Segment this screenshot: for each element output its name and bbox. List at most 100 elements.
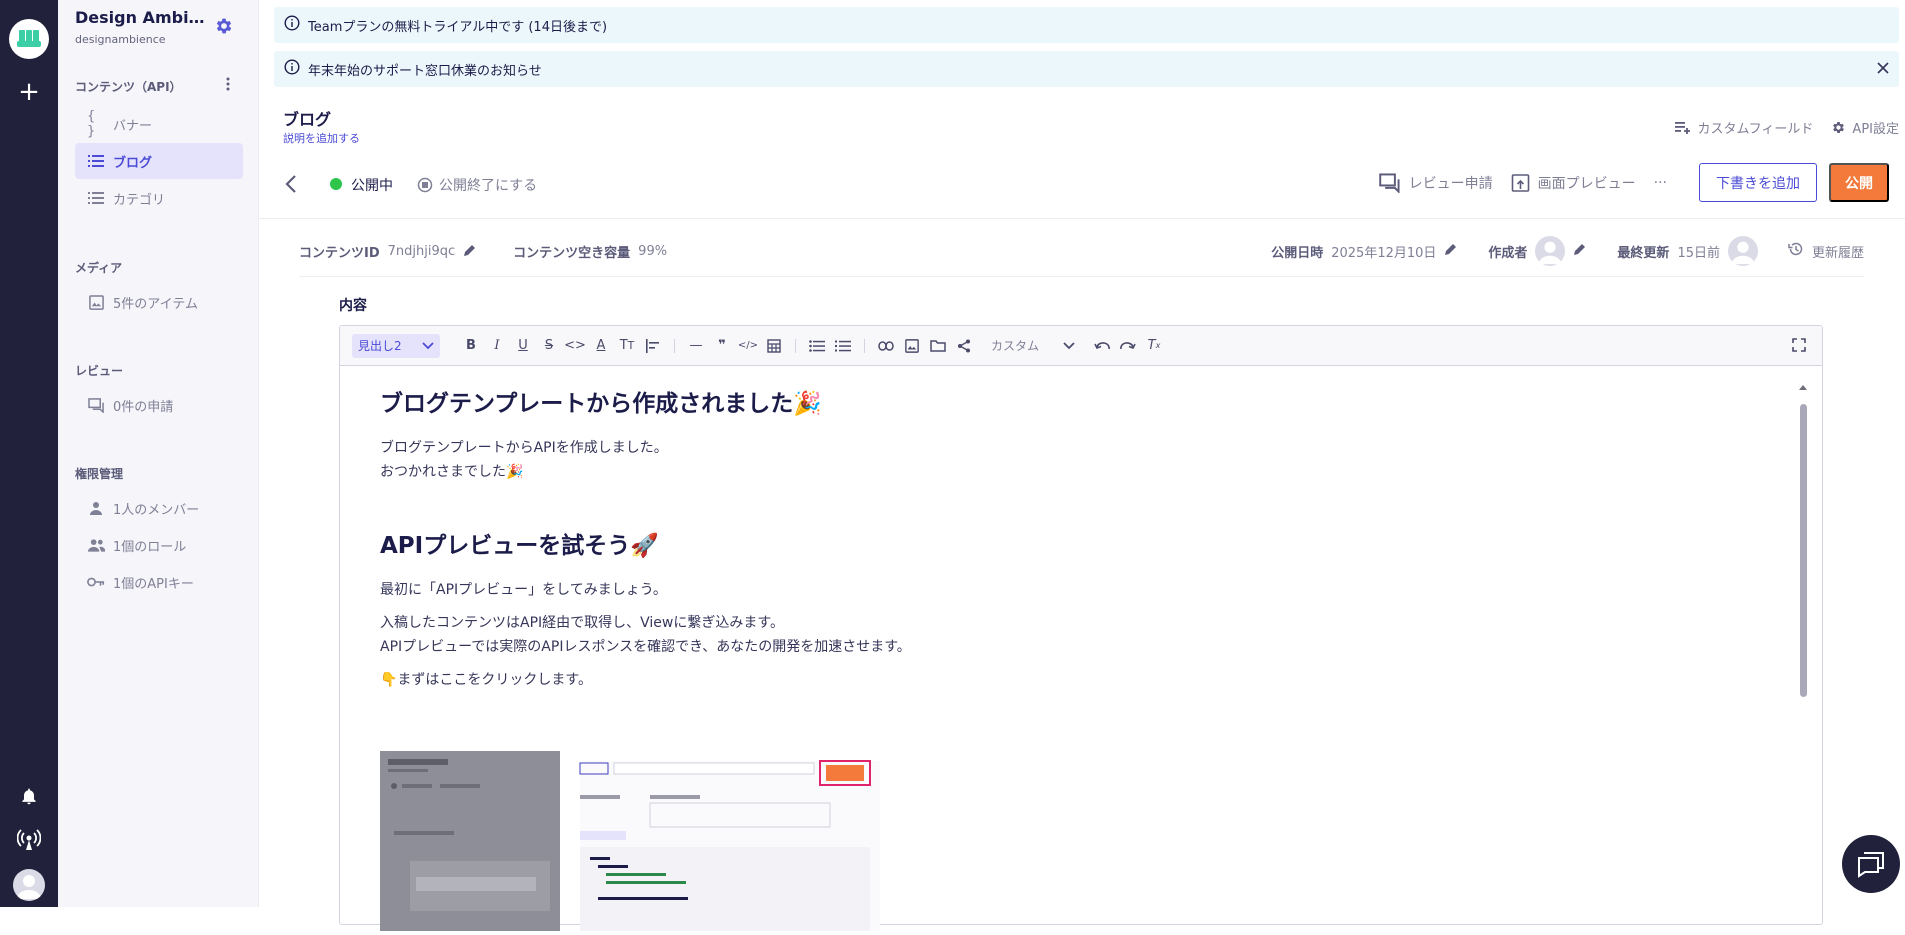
gear-icon bbox=[1833, 122, 1845, 133]
kebab-icon[interactable] bbox=[226, 76, 230, 95]
sidebar-item-apikeys[interactable]: 1個のAPIキー bbox=[75, 564, 243, 600]
service-name[interactable]: Design Ambien… bbox=[75, 8, 215, 27]
folder-icon[interactable] bbox=[925, 339, 951, 352]
sidebar-item-label: 5件のアイテム bbox=[113, 296, 198, 312]
sidebar-item-members[interactable]: 1人のメンバー bbox=[75, 490, 243, 526]
publish-button[interactable]: 公開 bbox=[1829, 163, 1889, 202]
status-label: 公開中 bbox=[351, 178, 393, 194]
content-paragraph: 👇まずはここをクリックします。 bbox=[380, 672, 593, 688]
sidebar-item-label: カテゴリ bbox=[113, 192, 166, 208]
user-avatar[interactable] bbox=[13, 869, 45, 901]
content-section-title: コンテンツ（API） bbox=[75, 80, 182, 94]
rich-editor[interactable]: 見出し2 B I U S <> A TT — ❞ </> カスタム T x ブロ… bbox=[339, 325, 1823, 931]
sidebar-item-roles[interactable]: 1個のロール bbox=[75, 527, 243, 563]
pencil-icon[interactable] bbox=[1444, 242, 1458, 260]
gear-icon[interactable] bbox=[214, 16, 234, 40]
underline-icon[interactable]: U bbox=[510, 338, 536, 353]
numbered-list-icon[interactable] bbox=[830, 340, 856, 352]
close-icon[interactable] bbox=[1875, 60, 1891, 80]
permission-section-title: 権限管理 bbox=[75, 467, 124, 481]
toolbar-divider bbox=[674, 338, 675, 353]
unpublish-button[interactable]: 公開終了にする bbox=[417, 175, 537, 195]
published-at-value: 2025年12月10日 bbox=[1331, 245, 1437, 261]
api-header-links: カスタムフィールド API設定 bbox=[1675, 118, 1899, 137]
history-link[interactable]: 更新履歴 bbox=[1812, 242, 1864, 261]
heading-select-value: 見出し2 bbox=[358, 339, 402, 353]
paragraph-line: ブログテンプレートからAPIを作成しました。 bbox=[380, 440, 668, 456]
code-block-icon[interactable]: </> bbox=[735, 340, 761, 351]
undo-icon[interactable] bbox=[1089, 341, 1115, 351]
table-icon[interactable] bbox=[761, 338, 787, 353]
action-bar: レビュー申請 画面プレビュー ··· 下書きを追加 公開 bbox=[1378, 163, 1889, 202]
main-area: Teamプランの無料トライアル中です (14日後まで) 年末年始のサポート窓口休… bbox=[259, 0, 1905, 931]
back-chevron-icon[interactable] bbox=[284, 174, 298, 198]
chevron-down-icon bbox=[422, 341, 434, 349]
share-icon[interactable] bbox=[951, 339, 977, 353]
info-icon bbox=[284, 15, 300, 35]
chat-support-button[interactable] bbox=[1842, 835, 1900, 893]
custom-select-value: カスタム bbox=[991, 339, 1040, 353]
toolbar-divider bbox=[864, 338, 865, 353]
fullscreen-icon[interactable] bbox=[1792, 338, 1806, 355]
editor-content[interactable]: ブログテンプレートから作成されました🎉 ブログテンプレートからAPIを作成しまし… bbox=[380, 384, 1760, 701]
sidebar-item-category[interactable]: カテゴリ bbox=[75, 180, 243, 216]
screen-preview-button[interactable]: 画面プレビュー bbox=[1511, 173, 1636, 193]
scrollbar-thumb[interactable] bbox=[1800, 404, 1807, 697]
content-heading-2: APIプレビューを試そう🚀 bbox=[380, 533, 659, 559]
upload-window-icon bbox=[1511, 173, 1529, 192]
sidebar-item-banner[interactable]: { } バナー bbox=[75, 106, 243, 142]
bullet-list-icon[interactable] bbox=[804, 339, 830, 352]
key-icon bbox=[87, 576, 105, 588]
trial-banner-text[interactable]: Teamプランの無料トライアル中です (14日後まで) bbox=[308, 16, 607, 35]
review-request-button[interactable]: レビュー申請 bbox=[1378, 172, 1493, 193]
content-paragraph: ブログテンプレートからAPIを作成しました。 おつかれさまでした🎉 bbox=[380, 436, 1760, 484]
custom-select[interactable]: カスタム bbox=[985, 337, 1081, 354]
strikethrough-icon[interactable]: S bbox=[536, 338, 562, 353]
text-color-icon[interactable]: A bbox=[588, 338, 614, 353]
api-settings-label: API設定 bbox=[1852, 122, 1899, 137]
bell-icon[interactable] bbox=[19, 786, 39, 810]
history-icon[interactable] bbox=[1788, 241, 1804, 261]
clear-format-icon[interactable]: Tx bbox=[1141, 338, 1167, 353]
add-draft-button[interactable]: 下書きを追加 bbox=[1699, 163, 1817, 202]
updater-avatar bbox=[1727, 236, 1758, 266]
playlist-add-icon bbox=[1675, 121, 1691, 134]
add-service-icon[interactable]: + bbox=[17, 79, 41, 105]
review-request-label: レビュー申請 bbox=[1408, 175, 1493, 192]
code-icon[interactable]: <> bbox=[562, 338, 588, 353]
sidebar-item-media[interactable]: 5件のアイテム bbox=[75, 284, 243, 320]
bold-icon[interactable]: B bbox=[458, 338, 484, 353]
sidebar-item-blog[interactable]: ブログ bbox=[75, 143, 243, 179]
person-icon bbox=[87, 501, 105, 515]
pencil-icon[interactable] bbox=[463, 243, 477, 261]
broadcast-icon[interactable] bbox=[16, 829, 42, 855]
align-icon[interactable] bbox=[640, 338, 666, 353]
sidebar-item-label: 0件の申請 bbox=[113, 399, 174, 415]
content-id-label: コンテンツID bbox=[299, 246, 380, 261]
italic-icon[interactable]: I bbox=[484, 338, 510, 353]
heading-select[interactable]: 見出し2 bbox=[352, 333, 440, 358]
add-description-link[interactable]: 説明を追加する bbox=[283, 130, 360, 146]
paragraph-line: APIプレビューでは実際のAPIレスポンスを確認でき、あなたの開発を加速させます… bbox=[380, 639, 911, 655]
api-settings-link[interactable]: API設定 bbox=[1831, 118, 1899, 137]
custom-field-link[interactable]: カスタムフィールド bbox=[1675, 118, 1813, 137]
sidebar-item-review[interactable]: 0件の申請 bbox=[75, 387, 243, 423]
font-size-icon[interactable]: TT bbox=[614, 338, 640, 353]
screen-preview-label: 画面プレビュー bbox=[1537, 175, 1636, 192]
quote-icon[interactable]: ❞ bbox=[709, 338, 735, 353]
image-icon[interactable] bbox=[899, 338, 925, 353]
meta-divider bbox=[299, 276, 1864, 277]
app-logo[interactable] bbox=[9, 19, 49, 59]
pencil-icon[interactable] bbox=[1573, 242, 1587, 260]
content-id-value: 7ndjhji9qc bbox=[387, 244, 456, 259]
author-label: 作成者 bbox=[1488, 245, 1528, 261]
editor-scrollbar[interactable] bbox=[1798, 382, 1808, 697]
redo-icon[interactable] bbox=[1115, 341, 1141, 351]
capacity-value: 99% bbox=[638, 244, 668, 259]
link-icon[interactable] bbox=[873, 340, 899, 351]
horizontal-rule-icon[interactable]: — bbox=[683, 338, 709, 353]
paragraph-line: 入稿したコンテンツはAPI経由で取得し、Viewに繋ぎ込みます。 bbox=[380, 615, 784, 631]
notice-banner-text[interactable]: 年末年始のサポート窓口休業のお知らせ bbox=[308, 60, 542, 79]
more-button[interactable]: ··· bbox=[1654, 175, 1667, 191]
stop-circle-icon bbox=[417, 177, 433, 193]
